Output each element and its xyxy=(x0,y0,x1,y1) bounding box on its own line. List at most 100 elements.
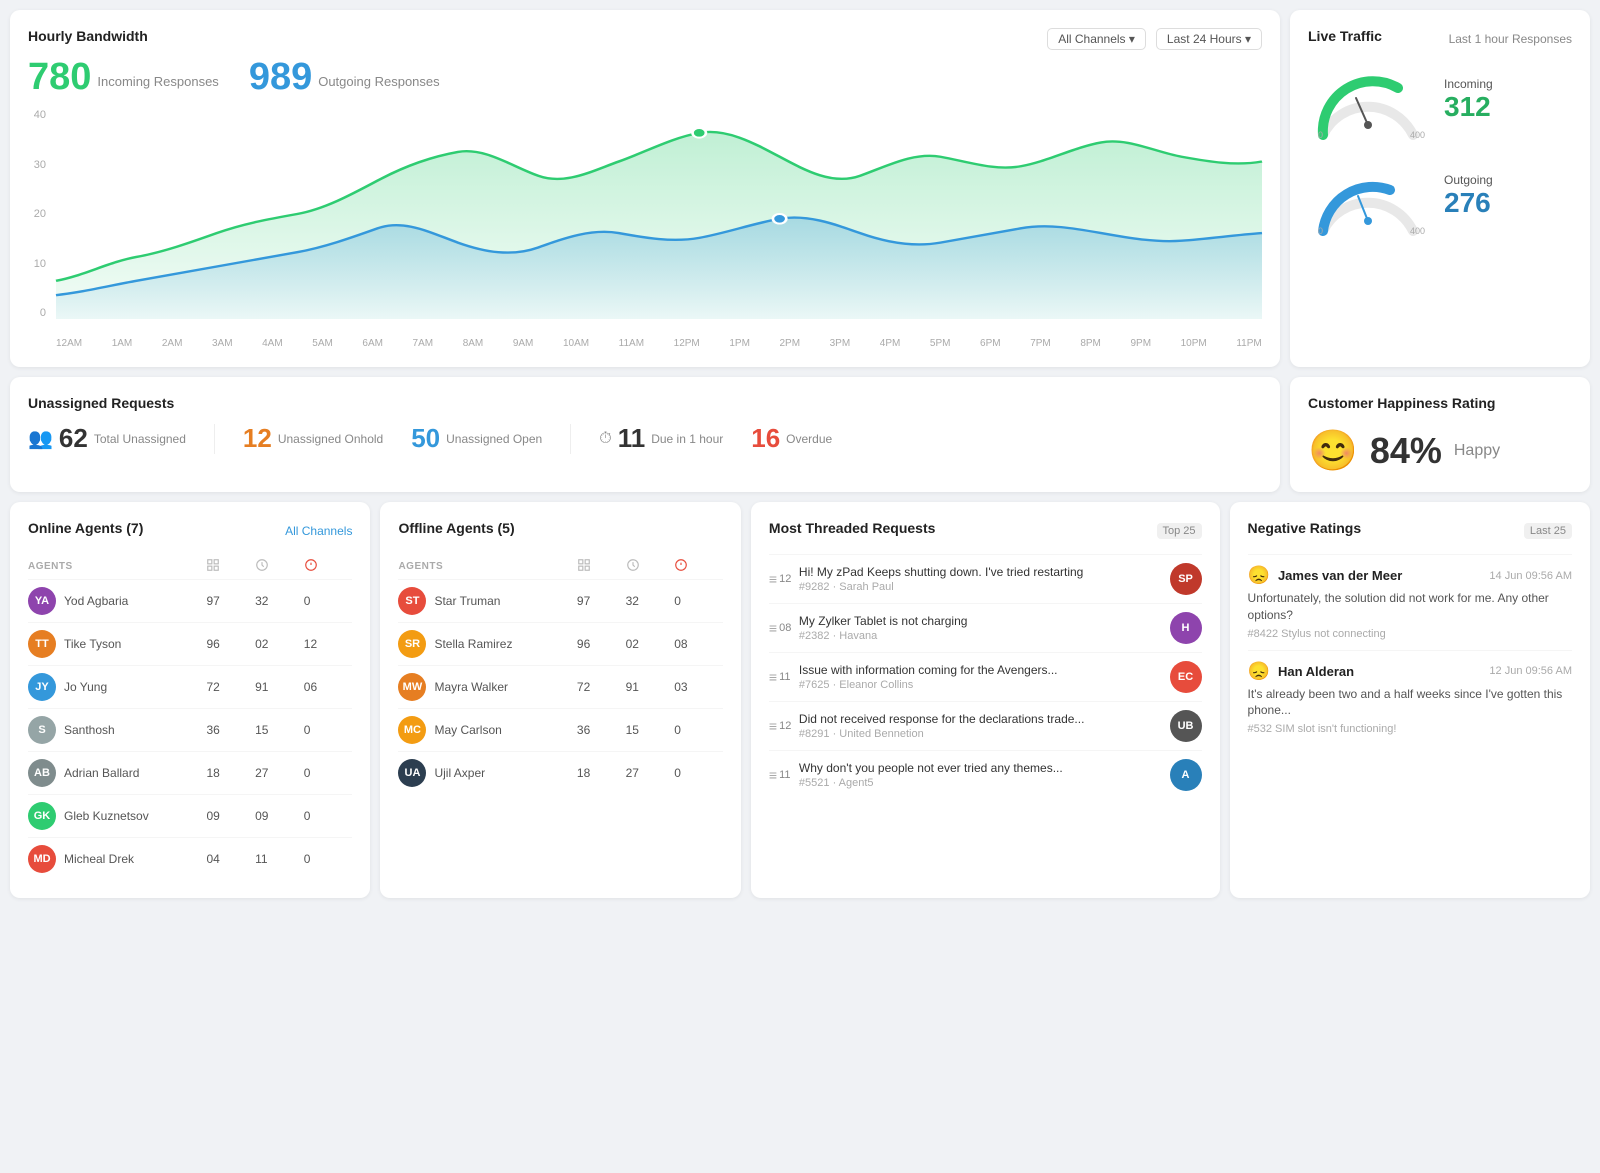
overdue-num: 16 xyxy=(751,423,780,454)
avatar: AB xyxy=(28,759,56,787)
list-item: ≡ 11 Why don't you people not ever tried… xyxy=(769,750,1202,799)
agent-assigned: 09 xyxy=(206,795,255,838)
agent-assigned: 36 xyxy=(577,709,626,752)
threaded-count: ≡ 11 xyxy=(769,669,789,685)
neg-message: Unfortunately, the solution did not work… xyxy=(1248,590,1572,624)
agent-name-cell: TT Tike Tyson xyxy=(28,623,206,666)
agent-overdue: 08 xyxy=(674,623,723,666)
avatar: SR xyxy=(398,630,426,658)
offline-agents-card: Offline Agents (5) AGENTS xyxy=(380,502,740,898)
bandwidth-chart: 40 30 20 10 0 xyxy=(28,109,1262,349)
threaded-meta: #8291 · United Bennetion xyxy=(799,728,1160,740)
sad-face-icon: 😞 xyxy=(1248,661,1270,682)
unassigned-stats: 👥 62 Total Unassigned 12 Unassigned Onho… xyxy=(28,423,1262,454)
bandwidth-title: Hourly Bandwidth xyxy=(28,28,148,44)
avatar: MD xyxy=(28,845,56,873)
neg-ticket: #532 SIM slot isn't functioning! xyxy=(1248,723,1572,735)
threaded-meta: #2382 · Havana xyxy=(799,630,1160,642)
all-channels-btn[interactable]: All Channels ▾ xyxy=(1047,28,1146,50)
happiness-label: Happy xyxy=(1454,442,1500,460)
incoming-gauge-label: Incoming xyxy=(1444,77,1493,91)
threaded-count: ≡ 12 xyxy=(769,571,789,587)
threaded-avatar: H xyxy=(1170,612,1202,644)
agent-time: 32 xyxy=(626,580,675,623)
table-row: UA Ujil Axper 18 27 0 xyxy=(398,752,722,795)
agent-overdue: 0 xyxy=(304,752,353,795)
agent-time: 91 xyxy=(255,666,304,709)
threaded-subject: Why don't you people not ever tried any … xyxy=(799,761,1160,775)
threaded-text: Did not received response for the declar… xyxy=(799,712,1160,740)
incoming-gauge: 0 400 xyxy=(1308,60,1428,140)
incoming-label: Incoming Responses xyxy=(97,74,218,89)
list-item: ≡ 12 Hi! My zPad Keeps shutting down. I'… xyxy=(769,554,1202,603)
agent-overdue: 0 xyxy=(304,795,353,838)
neg-date: 14 Jun 09:56 AM xyxy=(1489,570,1572,582)
agent-name-cell: SR Stella Ramirez xyxy=(398,623,576,666)
agent-overdue: 0 xyxy=(674,709,723,752)
col-offline-assigned-header xyxy=(577,554,626,580)
last-24h-btn[interactable]: Last 24 Hours ▾ xyxy=(1156,28,1262,50)
table-row: YA Yod Agbaria 97 32 0 xyxy=(28,580,352,623)
agent-name: Micheal Drek xyxy=(64,852,134,866)
table-row: JY Jo Yung 72 91 06 xyxy=(28,666,352,709)
threaded-avatar: UB xyxy=(1170,710,1202,742)
incoming-stat: 780 Incoming Responses xyxy=(28,56,219,99)
agent-time: 02 xyxy=(626,623,675,666)
overdue-label: Overdue xyxy=(786,432,832,446)
agent-overdue: 0 xyxy=(674,752,723,795)
neg-message: It's already been two and a half weeks s… xyxy=(1248,686,1572,720)
due-label: Due in 1 hour xyxy=(651,432,723,446)
total-unassigned-stat: 👥 62 Total Unassigned xyxy=(28,423,186,454)
list-item: 😞 Han Alderan 12 Jun 09:56 AM It's alrea… xyxy=(1248,650,1572,746)
agent-name-cell: JY Jo Yung xyxy=(28,666,206,709)
agent-name: Star Truman xyxy=(434,594,500,608)
svg-text:0: 0 xyxy=(1318,226,1323,236)
live-traffic-header: Live Traffic Last 1 hour Responses xyxy=(1308,28,1572,50)
agent-name: Adrian Ballard xyxy=(64,766,139,780)
agent-time: 27 xyxy=(255,752,304,795)
agent-name: Ujil Axper xyxy=(434,766,485,780)
offline-agents-table: AGENTS ST St xyxy=(398,554,722,794)
agent-assigned: 97 xyxy=(206,580,255,623)
divider-1 xyxy=(214,424,215,454)
agent-name-cell: ST Star Truman xyxy=(398,580,576,623)
agent-name: Stella Ramirez xyxy=(434,637,512,651)
negative-ratings-list: 😞 James van der Meer 14 Jun 09:56 AM Unf… xyxy=(1248,554,1572,745)
agent-time: 11 xyxy=(255,838,304,881)
agent-overdue: 03 xyxy=(674,666,723,709)
online-agents-table: AGENTS YA Yo xyxy=(28,554,352,880)
agent-name: Tike Tyson xyxy=(64,637,121,651)
open-num: 50 xyxy=(411,423,440,454)
agent-name: Santhosh xyxy=(64,723,115,737)
incoming-gauge-row: 0 400 Incoming 312 xyxy=(1308,60,1572,140)
agent-time: 09 xyxy=(255,795,304,838)
col-time-header xyxy=(255,554,304,580)
chart-x-axis: 12AM 1AM 2AM 3AM 4AM 5AM 6AM 7AM 8AM 9AM… xyxy=(56,338,1262,349)
unassigned-title: Unassigned Requests xyxy=(28,395,174,411)
agent-overdue: 0 xyxy=(304,709,353,752)
agent-assigned: 97 xyxy=(577,580,626,623)
online-agents-filter[interactable]: All Channels xyxy=(285,524,352,538)
offline-agents-title: Offline Agents (5) xyxy=(398,520,514,536)
live-traffic-card: Live Traffic Last 1 hour Responses xyxy=(1290,10,1590,367)
agent-assigned: 04 xyxy=(206,838,255,881)
threaded-avatar: EC xyxy=(1170,661,1202,693)
bottom-row: Online Agents (7) All Channels AGENTS xyxy=(10,502,1590,898)
due-num: 11 xyxy=(618,423,646,454)
agent-overdue: 12 xyxy=(304,623,353,666)
happy-emoji: 😊 xyxy=(1308,427,1358,474)
col-agents-header: AGENTS xyxy=(28,554,206,580)
threaded-list: ≡ 12 Hi! My zPad Keeps shutting down. I'… xyxy=(769,554,1202,799)
agent-assigned: 96 xyxy=(577,623,626,666)
threaded-count: ≡ 08 xyxy=(769,620,789,636)
threaded-count: ≡ 12 xyxy=(769,718,789,734)
outgoing-gauge-row: 0 400 Outgoing 276 xyxy=(1308,156,1572,236)
negative-ratings-badge: Last 25 xyxy=(1524,523,1572,539)
agent-assigned: 18 xyxy=(206,752,255,795)
agent-assigned: 72 xyxy=(206,666,255,709)
agent-overdue: 0 xyxy=(304,838,353,881)
total-unassigned-num: 62 xyxy=(59,423,88,454)
incoming-gauge-info: Incoming 312 xyxy=(1444,77,1493,123)
happiness-title: Customer Happiness Rating xyxy=(1308,395,1495,411)
agent-name-cell: MC May Carlson xyxy=(398,709,576,752)
